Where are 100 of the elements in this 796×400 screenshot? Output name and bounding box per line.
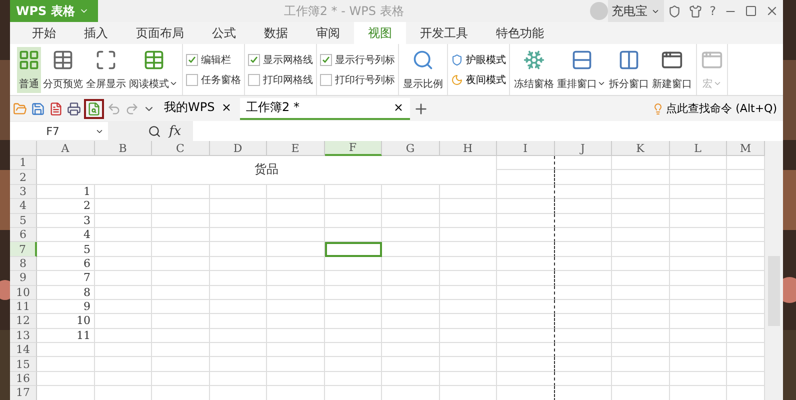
checkbox[interactable] bbox=[248, 54, 260, 66]
window-button[interactable]: 新建窗口 bbox=[651, 46, 693, 92]
ribbon-tab[interactable]: 插入 bbox=[70, 22, 122, 44]
row-header[interactable]: 10 bbox=[10, 286, 37, 300]
active-cell[interactable] bbox=[324, 242, 382, 257]
print-preview-button[interactable] bbox=[84, 98, 104, 118]
row-header[interactable]: 8 bbox=[10, 256, 37, 272]
window-button[interactable]: 拆分窗口 bbox=[608, 46, 650, 92]
column-header[interactable]: D bbox=[210, 141, 267, 156]
save-icon[interactable] bbox=[31, 102, 45, 116]
row-header[interactable]: 17 bbox=[10, 386, 37, 400]
row-header[interactable]: 16 bbox=[10, 372, 37, 386]
ribbon-tab[interactable]: 页面布局 bbox=[122, 22, 198, 44]
table-cell bbox=[440, 242, 497, 257]
mode-button[interactable]: 护眼模式 bbox=[451, 52, 506, 66]
checkbox-option[interactable]: 任务窗格 bbox=[186, 72, 241, 86]
view-mode-button[interactable]: 全屏显示 bbox=[85, 46, 127, 92]
checkbox[interactable] bbox=[320, 54, 332, 66]
checkbox[interactable] bbox=[186, 54, 198, 66]
row-header[interactable]: 13 bbox=[10, 328, 37, 344]
window-button[interactable]: 冻结窗格 bbox=[513, 46, 555, 92]
table-cell bbox=[554, 256, 612, 272]
table-cell bbox=[324, 300, 382, 314]
table-cell bbox=[267, 300, 324, 314]
column-header[interactable]: A bbox=[37, 141, 94, 156]
checkbox-option[interactable]: 编辑栏 bbox=[186, 52, 241, 66]
view-mode-button[interactable]: 普通 bbox=[17, 46, 41, 92]
table-cell bbox=[554, 214, 612, 228]
ribbon-tab[interactable]: 审阅 bbox=[302, 22, 354, 44]
ribbon-tab[interactable]: 公式 bbox=[198, 22, 250, 44]
ribbon-tab[interactable]: 视图 bbox=[354, 22, 406, 44]
checkbox[interactable] bbox=[248, 74, 260, 86]
column-header[interactable]: F bbox=[324, 141, 382, 156]
checkbox[interactable] bbox=[320, 74, 332, 86]
table-cell bbox=[670, 199, 727, 214]
table-cell bbox=[554, 300, 612, 314]
row-header[interactable]: 1 bbox=[10, 156, 37, 170]
window-button[interactable]: 重排窗口 bbox=[556, 46, 607, 92]
column-header[interactable]: G bbox=[382, 141, 440, 156]
table-cell bbox=[324, 357, 382, 372]
print-icon[interactable] bbox=[67, 102, 81, 116]
zoom-button[interactable]: 显示比例 bbox=[402, 46, 444, 92]
table-cell bbox=[94, 372, 152, 386]
table-cell bbox=[152, 228, 210, 242]
document-tab[interactable]: 我的WPS bbox=[158, 98, 238, 120]
user-menu-button[interactable]: 充电宝 bbox=[608, 0, 664, 22]
mode-button[interactable]: 夜间模式 bbox=[451, 72, 506, 86]
undo-icon[interactable] bbox=[107, 102, 121, 116]
row-header[interactable]: 5 bbox=[10, 214, 37, 228]
column-header[interactable]: H bbox=[440, 141, 497, 156]
checkbox-option[interactable]: 打印网格线 bbox=[248, 72, 313, 86]
fx-label[interactable]: fx bbox=[169, 124, 182, 138]
column-header[interactable]: J bbox=[554, 141, 612, 156]
view-mode-button[interactable]: 阅读模式 bbox=[128, 46, 179, 92]
table-cell bbox=[612, 214, 670, 228]
row-header[interactable]: 14 bbox=[10, 343, 37, 358]
ribbon-tab[interactable]: 开始 bbox=[18, 22, 70, 44]
close-icon[interactable] bbox=[393, 102, 404, 113]
column-header[interactable]: L bbox=[670, 141, 727, 156]
column-header[interactable]: B bbox=[94, 141, 152, 156]
row-header[interactable]: 4 bbox=[10, 199, 37, 214]
help-button[interactable]: ? bbox=[706, 0, 720, 22]
column-header[interactable]: E bbox=[267, 141, 324, 156]
row-header[interactable]: 9 bbox=[10, 271, 37, 286]
row-header[interactable]: 3 bbox=[10, 184, 37, 200]
plus-icon[interactable] bbox=[413, 100, 429, 116]
column-header[interactable]: C bbox=[152, 141, 210, 156]
row-header[interactable]: 15 bbox=[10, 357, 37, 372]
table-cell bbox=[152, 199, 210, 214]
table-cell bbox=[497, 170, 554, 185]
table-cell bbox=[267, 242, 324, 257]
command-search[interactable]: 点此查找命令 (Alt+Q) bbox=[646, 100, 783, 117]
checkbox-option[interactable]: 打印行号列标 bbox=[320, 72, 395, 86]
row-header[interactable]: 6 bbox=[10, 228, 37, 242]
table-cell bbox=[210, 328, 267, 344]
vertical-scrollbar[interactable] bbox=[765, 141, 783, 400]
table-cell bbox=[440, 271, 497, 286]
formula-input[interactable] bbox=[193, 121, 783, 141]
ribbon-tab[interactable]: 开发工具 bbox=[406, 22, 482, 44]
table-cell bbox=[94, 199, 152, 214]
table-cell bbox=[324, 214, 382, 228]
checkbox-option[interactable]: 显示网格线 bbox=[248, 52, 313, 66]
checkbox[interactable] bbox=[186, 74, 198, 86]
ribbon-tab[interactable]: 数据 bbox=[250, 22, 302, 44]
row-header[interactable]: 11 bbox=[10, 300, 37, 314]
column-header[interactable]: I bbox=[497, 141, 554, 156]
ribbon-tab[interactable]: 特色功能 bbox=[482, 22, 558, 44]
view-mode-button[interactable]: 分页预览 bbox=[42, 46, 84, 92]
search-icon[interactable] bbox=[148, 124, 161, 138]
name-box[interactable]: F7 bbox=[10, 122, 108, 140]
folder-icon[interactable] bbox=[13, 102, 27, 116]
column-header[interactable]: M bbox=[727, 141, 765, 156]
row-header[interactable]: 12 bbox=[10, 314, 37, 329]
row-header[interactable]: 7 bbox=[10, 242, 37, 257]
document-icon[interactable] bbox=[49, 102, 63, 116]
column-header[interactable]: K bbox=[612, 141, 670, 156]
close-icon[interactable] bbox=[221, 102, 232, 113]
row-header[interactable]: 2 bbox=[10, 170, 37, 185]
checkbox-option[interactable]: 显示行号列标 bbox=[320, 52, 395, 66]
document-tab[interactable]: 工作簿2 * bbox=[240, 98, 410, 120]
